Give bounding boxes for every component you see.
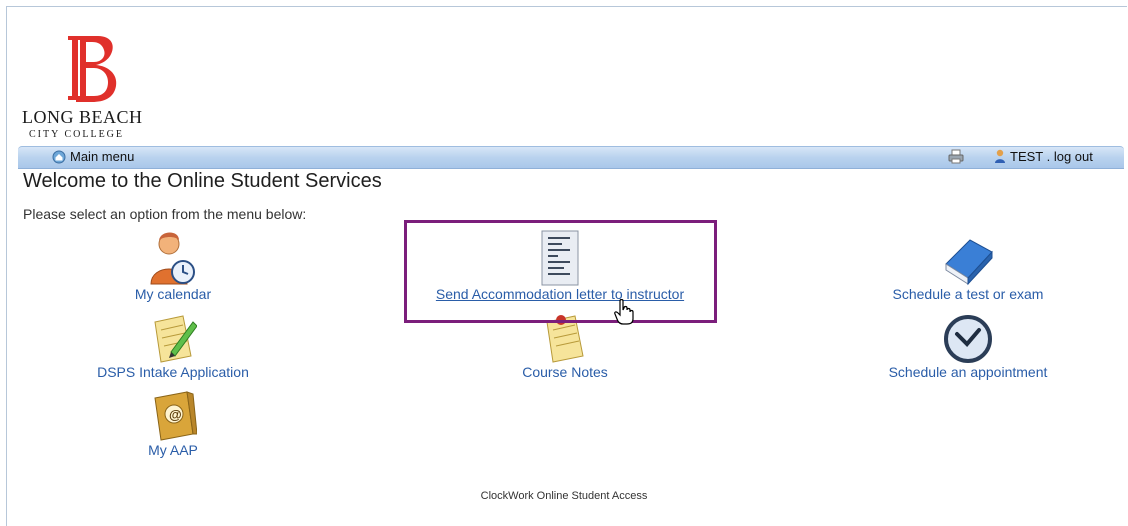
printer-icon[interactable] [948,149,964,164]
my-aap-option[interactable]: @ My AAP [128,390,218,458]
home-icon [52,150,66,163]
user-icon [995,149,1005,163]
user-logout-label: TEST . log out [1010,149,1093,164]
notepad-pencil-icon [154,315,197,363]
course-notes-label: Course Notes [522,364,608,380]
page-title: Welcome to the Online Student Services [23,170,382,192]
menu-bar: Main menu TEST . log out [18,146,1124,169]
calendar-person-icon [150,232,195,285]
logo-text-line2: CITY COLLEGE [29,129,125,140]
highlight-box [404,220,717,323]
clock-icon [944,315,992,363]
college-logo: LONG BEACH CITY COLLEGE [22,34,162,144]
main-menu-link[interactable]: Main menu [52,149,134,164]
lb-logo-icon [68,36,117,102]
main-menu-label: Main menu [70,149,135,164]
schedule-test-label: Schedule a test or exam [892,286,1044,302]
schedule-test-option[interactable]: Schedule a test or exam [870,236,1066,302]
address-book-icon: @ [154,391,197,441]
book-icon [945,239,993,286]
hand-pointer-icon [614,299,634,325]
my-aap-label: My AAP [148,442,198,458]
logo-text-line1: LONG BEACH [22,107,143,127]
svg-text:@: @ [169,407,182,422]
user-logout-link[interactable]: TEST . log out [994,149,1093,164]
my-calendar-option[interactable]: My calendar [118,228,228,302]
schedule-appointment-label: Schedule an appointment [888,364,1048,380]
dsps-intake-option[interactable]: DSPS Intake Application [80,312,266,380]
schedule-appointment-option[interactable]: Schedule an appointment [868,314,1068,380]
page-subtitle: Please select an option from the menu be… [23,206,307,222]
dsps-intake-label: DSPS Intake Application [97,364,249,380]
footer-text: ClockWork Online Student Access [480,490,648,502]
my-calendar-label: My calendar [134,286,212,302]
